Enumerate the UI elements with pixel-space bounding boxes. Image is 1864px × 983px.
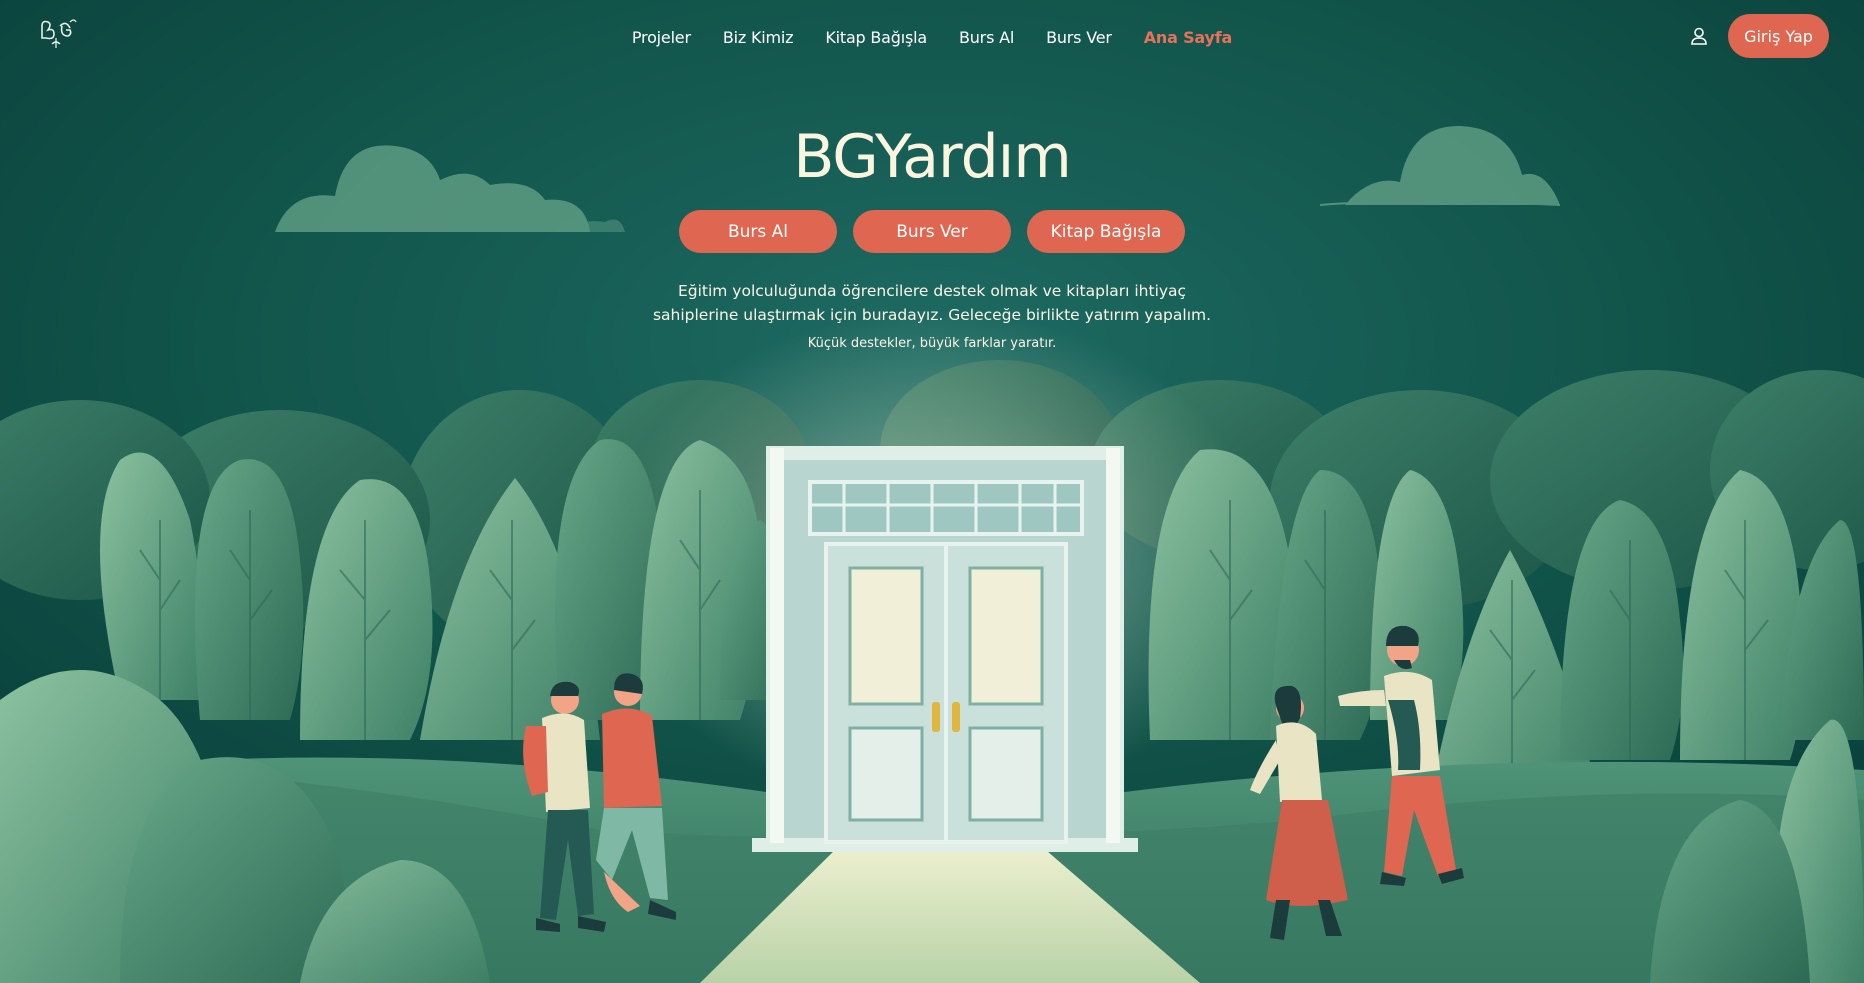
nav-item-biz-kimiz[interactable]: Biz Kimiz (707, 24, 809, 51)
burs-al-button[interactable]: Burs Al (679, 210, 837, 253)
nav-item-burs-ver[interactable]: Burs Ver (1030, 24, 1128, 51)
kitap-bagisla-button[interactable]: Kitap Bağışla (1027, 210, 1185, 253)
hero-description: Eğitim yolculuğunda öğrencilere destek o… (0, 279, 1864, 327)
hero-description-line1: Eğitim yolculuğunda öğrencilere destek o… (677, 282, 1187, 300)
hero-tagline: Küçük destekler, büyük farklar yaratır. (807, 336, 1057, 351)
hero-buttons: Burs Al Burs Ver Kitap Bağışla (0, 210, 1864, 253)
burs-ver-button[interactable]: Burs Ver (853, 210, 1011, 253)
nav-item-projeler[interactable]: Projeler (616, 24, 707, 51)
main-nav: Projeler Biz Kimiz Kitap Bağışla Burs Al… (0, 24, 1864, 51)
user-icon[interactable] (1689, 26, 1709, 46)
nav-item-kitap-bagisla[interactable]: Kitap Bağışla (809, 24, 943, 51)
site-header: Projeler Biz Kimiz Kitap Bağışla Burs Al… (0, 0, 1864, 76)
login-button[interactable]: Giriş Yap (1728, 14, 1829, 58)
hero-description-line2: sahiplerine ulaştırmak için buradayız. G… (652, 306, 1212, 324)
nav-item-burs-al[interactable]: Burs Al (943, 24, 1030, 51)
nav-item-ana-sayfa[interactable]: Ana Sayfa (1128, 24, 1248, 51)
hero-title: BGYardım (793, 122, 1072, 192)
